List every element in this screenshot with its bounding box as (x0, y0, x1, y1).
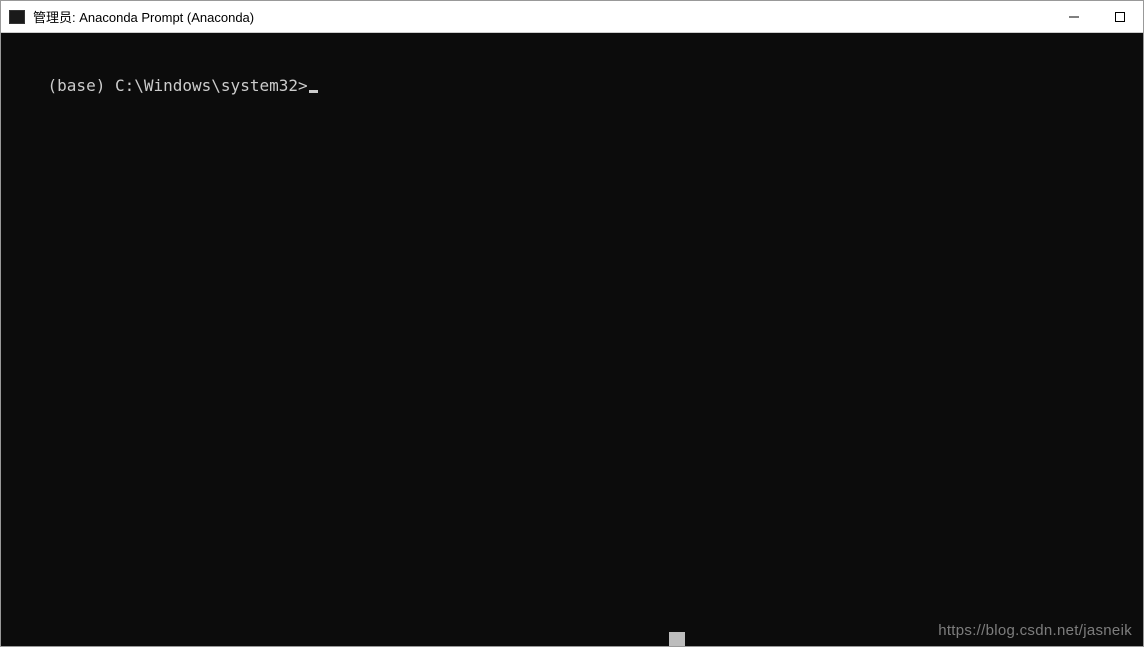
titlebar[interactable]: 管理员: Anaconda Prompt (Anaconda) (1, 1, 1143, 33)
window-title: 管理员: Anaconda Prompt (Anaconda) (33, 7, 1051, 26)
command-prompt: (base) C:\Windows\system32> (48, 76, 308, 95)
terminal-icon (9, 10, 25, 24)
scrollbar-fragment (669, 632, 685, 646)
terminal-window: 管理员: Anaconda Prompt (Anaconda) (base) C… (0, 0, 1144, 647)
maximize-icon (1115, 12, 1125, 22)
minimize-icon (1069, 12, 1079, 22)
minimize-button[interactable] (1051, 1, 1097, 32)
window-controls (1051, 1, 1143, 32)
maximize-button[interactable] (1097, 1, 1143, 32)
terminal-body[interactable]: (base) C:\Windows\system32> (1, 33, 1143, 646)
cursor (309, 90, 318, 93)
